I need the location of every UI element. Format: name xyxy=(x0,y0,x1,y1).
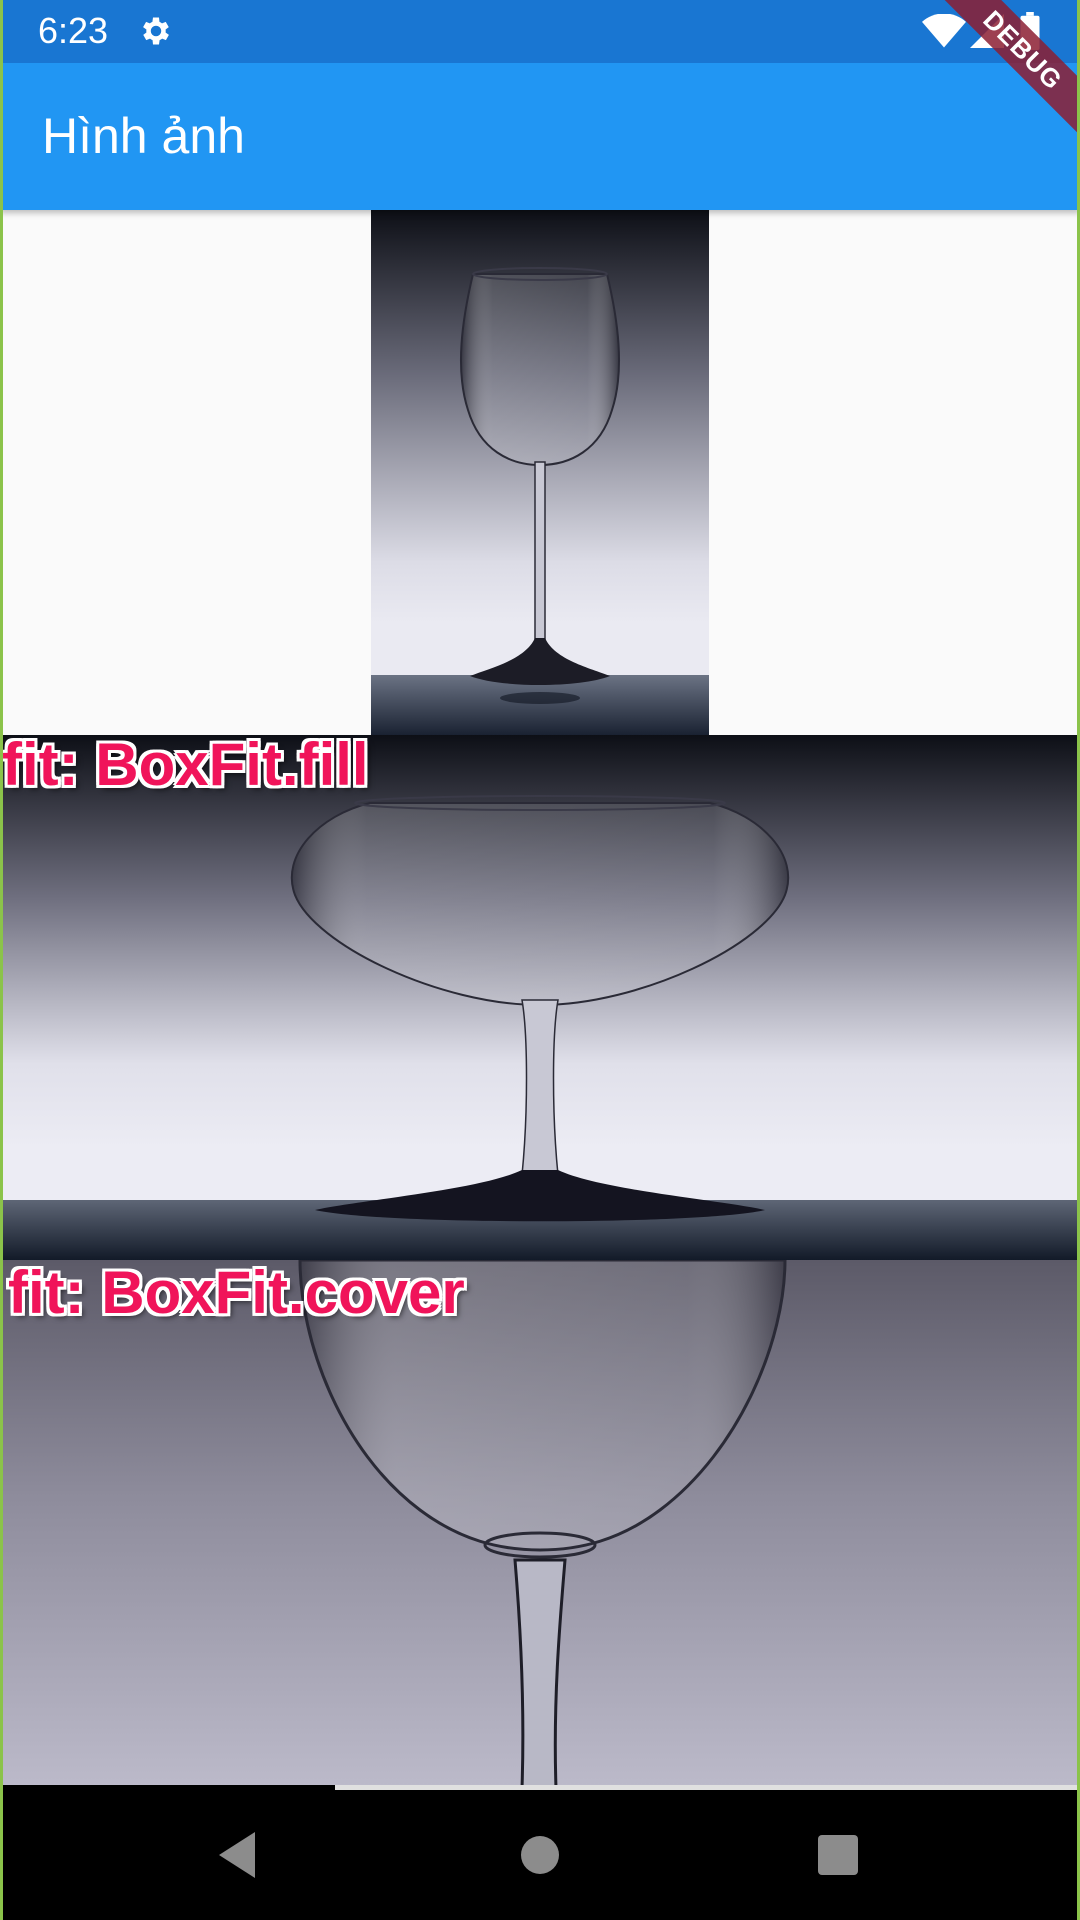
image-fill xyxy=(0,735,1080,1260)
app-bar: Hình ảnh xyxy=(0,63,1080,210)
wine-glass-image-fill xyxy=(0,735,1080,1260)
wine-glass-image-contain xyxy=(0,210,1080,735)
gear-icon xyxy=(143,17,169,45)
wifi-icon xyxy=(922,14,966,48)
image-contain xyxy=(0,210,1080,735)
image-cover xyxy=(0,1260,1080,1788)
status-time: 6:23 xyxy=(38,10,109,51)
recents-icon[interactable] xyxy=(803,1820,873,1890)
navigation-bar xyxy=(0,1790,1080,1920)
caption-fill: fit: BoxFit.fill xyxy=(2,731,369,798)
wine-glass-image-cover xyxy=(0,1260,1080,1788)
scroll-progress-fill xyxy=(0,1785,335,1790)
status-bar: 6:23 xyxy=(0,0,1080,63)
page-title: Hình ảnh xyxy=(42,108,245,164)
image-list[interactable]: fit: BoxFit.fill fit: BoxFit.cover xyxy=(0,210,1080,1788)
caption-cover: fit: BoxFit.cover xyxy=(8,1259,465,1326)
home-icon[interactable] xyxy=(505,1820,575,1890)
back-icon[interactable] xyxy=(205,1820,275,1890)
scroll-progress xyxy=(0,1785,1080,1790)
